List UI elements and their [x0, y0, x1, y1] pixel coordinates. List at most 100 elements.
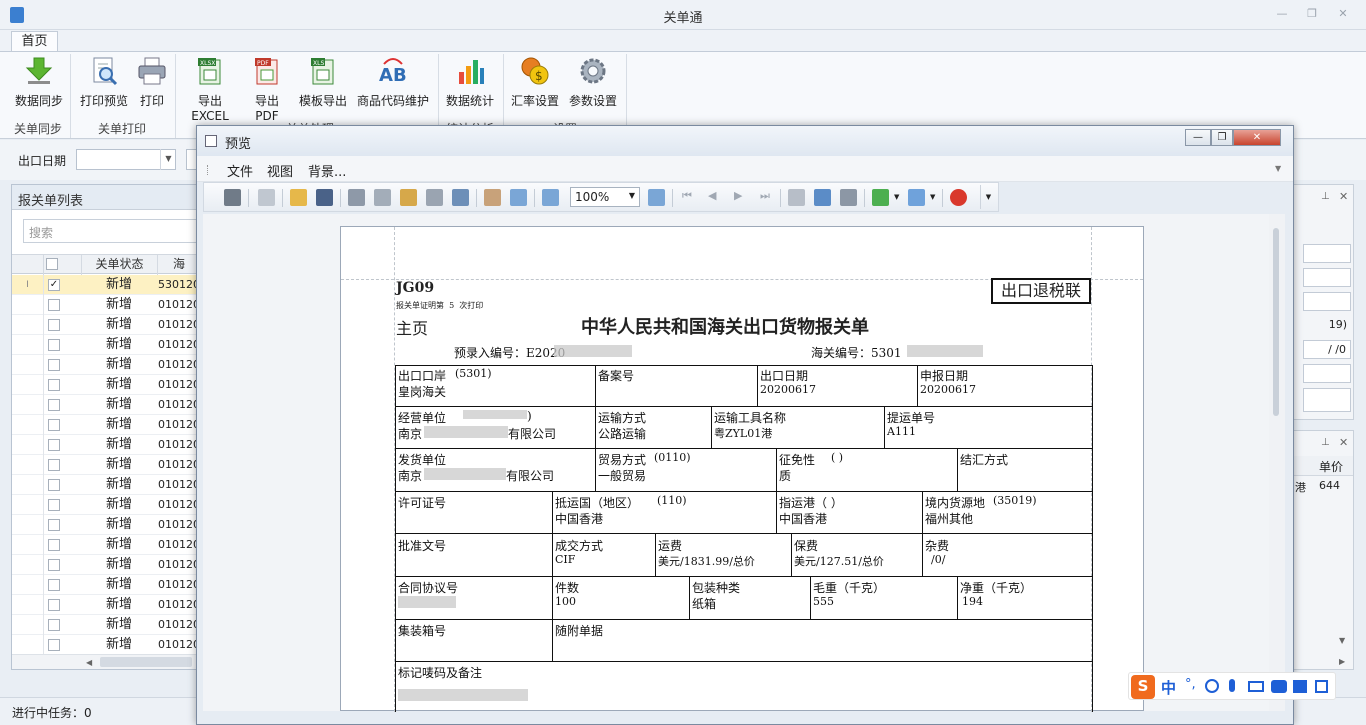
- scroll-thumb[interactable]: [100, 657, 192, 667]
- row-checkbox[interactable]: [48, 339, 60, 351]
- hand-tool-icon[interactable]: [484, 189, 501, 206]
- menu-file[interactable]: 文件: [227, 161, 253, 180]
- row-checkbox[interactable]: [48, 559, 60, 571]
- menu-view[interactable]: 视图: [267, 161, 293, 180]
- exchange-rate-button[interactable]: $ 汇率设置: [508, 56, 562, 112]
- table-row[interactable]: 新增 010120: [12, 595, 200, 615]
- save-icon[interactable]: [316, 189, 333, 206]
- row-checkbox[interactable]: [48, 499, 60, 511]
- table-row[interactable]: 新增 010120: [12, 295, 200, 315]
- row-checkbox[interactable]: [48, 479, 60, 491]
- scale-icon[interactable]: [452, 189, 469, 206]
- product-code-button[interactable]: AB 商品代码维护: [354, 56, 432, 112]
- row-checkbox[interactable]: [48, 579, 60, 591]
- quick-print-icon[interactable]: [374, 189, 391, 206]
- row-checkbox[interactable]: [48, 639, 60, 651]
- table-row[interactable]: 新增 010120: [12, 455, 200, 475]
- table-row[interactable]: 新增 010120: [12, 635, 200, 655]
- table-row[interactable]: 新增 010120: [12, 395, 200, 415]
- row-checkbox[interactable]: [48, 359, 60, 371]
- table-row[interactable]: 新增 010120: [12, 475, 200, 495]
- restore-icon[interactable]: ❐: [1305, 8, 1319, 20]
- print-icon[interactable]: [348, 189, 365, 206]
- status-column-header[interactable]: 关单状态: [82, 255, 158, 275]
- detail-field[interactable]: [1303, 244, 1351, 263]
- table-row[interactable]: 新增 010120: [12, 535, 200, 555]
- table-row[interactable]: 新增 010120: [12, 555, 200, 575]
- toolbar-overflow-icon[interactable]: ▼: [980, 185, 996, 209]
- chevron-down-icon[interactable]: ▼: [160, 149, 176, 170]
- row-checkbox[interactable]: [48, 439, 60, 451]
- ime-keyboard-icon[interactable]: [1248, 681, 1264, 692]
- header-footer-icon[interactable]: [426, 189, 443, 206]
- ime-emoji-icon[interactable]: [1205, 679, 1219, 693]
- chevron-down-icon[interactable]: ▼: [1275, 164, 1281, 173]
- ime-logo-icon[interactable]: S: [1131, 675, 1155, 699]
- zoom-in-icon[interactable]: [648, 189, 665, 206]
- table-row[interactable]: 新增 010120: [12, 435, 200, 455]
- data-sync-button[interactable]: 数据同步: [12, 56, 66, 112]
- row-checkbox[interactable]: ✓: [48, 279, 60, 291]
- pin-icon[interactable]: ⊥: [1321, 191, 1330, 202]
- scroll-right-icon[interactable]: ▶: [1339, 657, 1345, 666]
- multi-page-icon[interactable]: [788, 189, 805, 206]
- detail-field[interactable]: [1303, 292, 1351, 311]
- dialog-minimize-icon[interactable]: —: [1185, 129, 1211, 146]
- print-preview-button[interactable]: 打印预览: [76, 56, 132, 112]
- select-all-checkbox[interactable]: [46, 258, 58, 270]
- row-checkbox[interactable]: [48, 299, 60, 311]
- close-icon[interactable]: ✕: [1336, 8, 1350, 20]
- table-row[interactable]: 新增 010120: [12, 315, 200, 335]
- export-pdf-button[interactable]: PDF 导出PDF: [244, 56, 290, 123]
- table-row[interactable]: I ✓ 新增 530120: [12, 275, 200, 295]
- table-row[interactable]: 新增 010120: [12, 515, 200, 535]
- row-checkbox[interactable]: [48, 319, 60, 331]
- data-stats-button[interactable]: 数据统计: [443, 56, 497, 112]
- ime-punct-icon[interactable]: °,: [1185, 677, 1196, 692]
- ime-skin-icon[interactable]: [1271, 680, 1287, 693]
- horizontal-scrollbar[interactable]: ◀: [12, 654, 200, 669]
- row-checkbox[interactable]: [48, 519, 60, 531]
- page-setup-icon[interactable]: [400, 189, 417, 206]
- number-column-header[interactable]: 海: [158, 255, 200, 275]
- params-button[interactable]: 参数设置: [566, 56, 620, 112]
- table-row[interactable]: 新增 010120: [12, 355, 200, 375]
- find-icon[interactable]: [224, 189, 241, 206]
- detail-field[interactable]: 19): [1303, 316, 1351, 335]
- row-checkbox[interactable]: [48, 619, 60, 631]
- minimize-icon[interactable]: —: [1275, 8, 1289, 20]
- table-row[interactable]: 新增 010120: [12, 335, 200, 355]
- search-input[interactable]: 搜索: [23, 219, 199, 243]
- next-page-icon[interactable]: ▶: [734, 189, 742, 202]
- dialog-close-icon[interactable]: ✕: [1233, 129, 1281, 146]
- row-checkbox[interactable]: [48, 459, 60, 471]
- first-page-icon[interactable]: ⏮: [682, 189, 692, 203]
- customize-icon[interactable]: [258, 189, 275, 206]
- dialog-restore-icon[interactable]: ❐: [1211, 129, 1233, 146]
- template-export-button[interactable]: XLS 模板导出: [296, 56, 350, 112]
- previous-page-icon[interactable]: ◀: [708, 189, 716, 202]
- chevron-down-icon[interactable]: ▼: [894, 193, 899, 201]
- close-icon[interactable]: ✕: [1339, 190, 1348, 203]
- open-folder-icon[interactable]: [290, 189, 307, 206]
- pin-icon[interactable]: ⊥: [1321, 437, 1330, 448]
- export-icon[interactable]: [872, 189, 889, 206]
- scroll-down-icon[interactable]: ▼: [1339, 636, 1345, 645]
- row-checkbox[interactable]: [48, 599, 60, 611]
- table-row[interactable]: 新增 010120: [12, 615, 200, 635]
- ime-mode[interactable]: 中: [1161, 677, 1176, 698]
- table-row[interactable]: 新增 010120: [12, 415, 200, 435]
- detail-field[interactable]: [1303, 388, 1351, 412]
- print-button[interactable]: 打印: [136, 56, 168, 112]
- magnifier-icon[interactable]: [510, 189, 527, 206]
- ime-grid-icon[interactable]: [1315, 680, 1328, 693]
- row-checkbox[interactable]: [48, 419, 60, 431]
- scroll-thumb[interactable]: [1273, 228, 1279, 416]
- scroll-left-icon[interactable]: ◀: [86, 658, 92, 667]
- table-row[interactable]: 新增 010120: [12, 495, 200, 515]
- last-page-icon[interactable]: ⏭: [760, 189, 770, 203]
- row-checkbox[interactable]: [48, 399, 60, 411]
- ime-voice-icon[interactable]: [1229, 679, 1235, 692]
- close-icon[interactable]: ✕: [1339, 436, 1348, 449]
- tab-home[interactable]: 首页: [11, 31, 58, 53]
